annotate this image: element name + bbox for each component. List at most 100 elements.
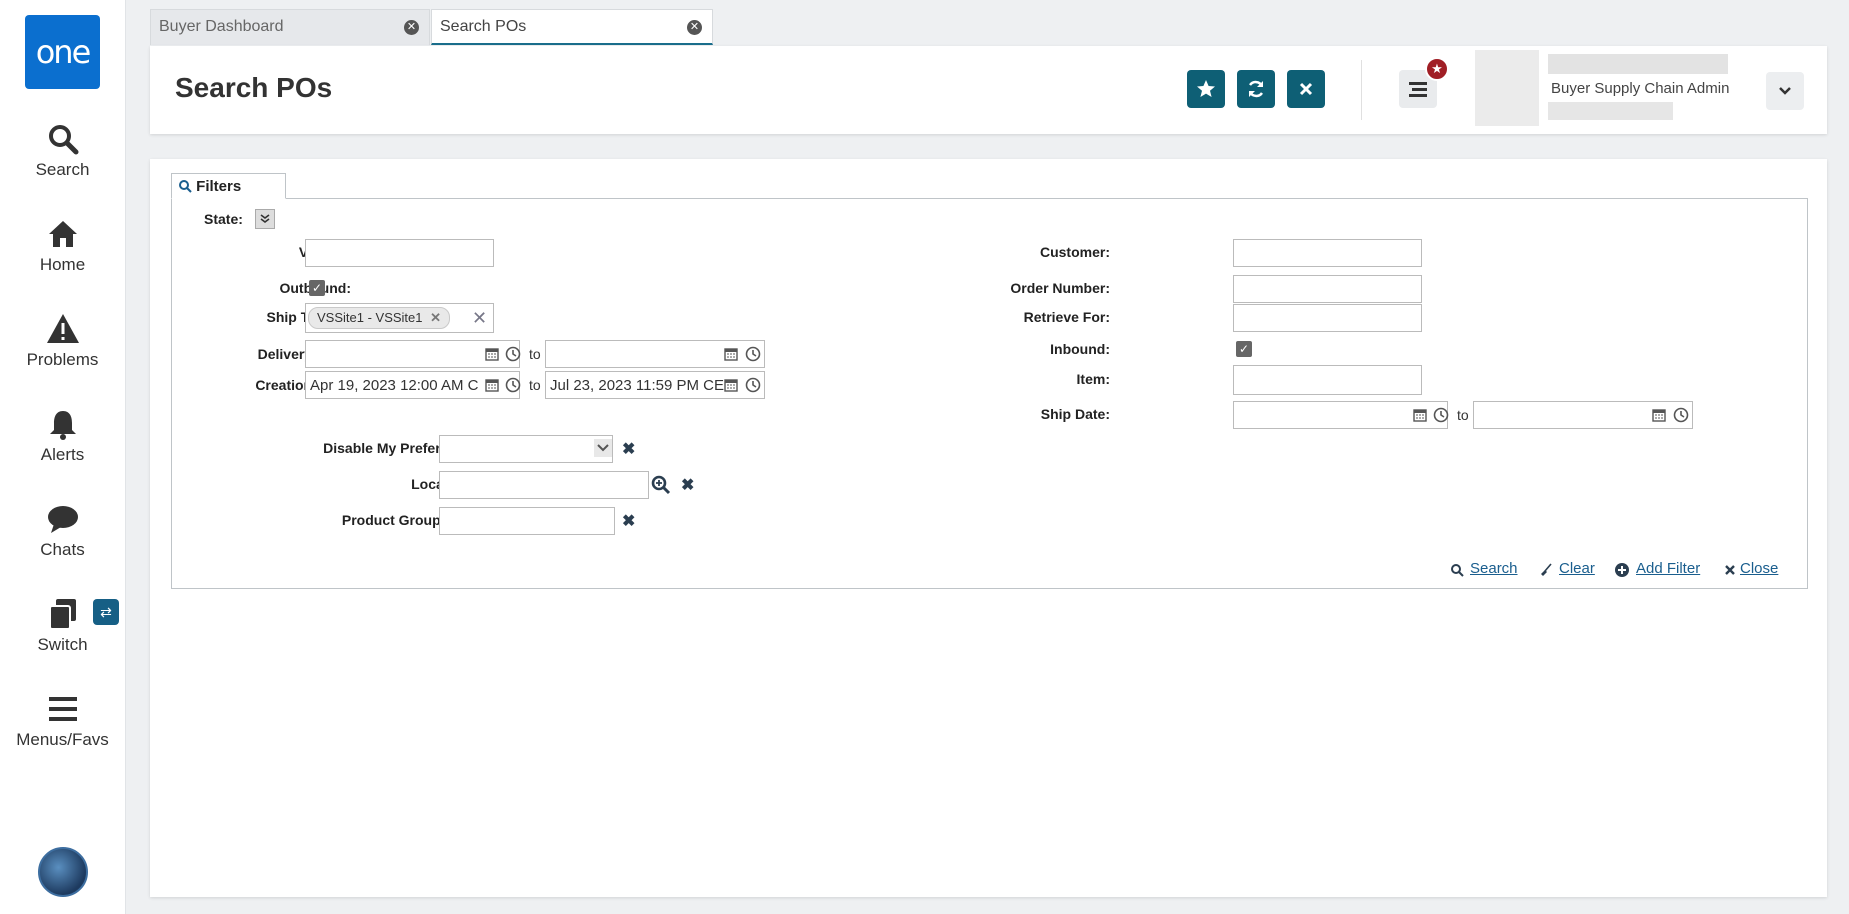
- clear-local-item-icon[interactable]: ✖: [681, 475, 694, 495]
- to-label: to: [1457, 407, 1469, 423]
- switch-icon: [48, 599, 76, 630]
- chat-icon: [47, 506, 78, 533]
- sidebar-item-label: Alerts: [40, 445, 85, 464]
- hamburger-icon: [48, 697, 77, 721]
- search-icon: [48, 125, 78, 155]
- disable-preferences-select[interactable]: [439, 435, 613, 463]
- main-panel: Filters State: Vendor: Outbound: ✓ Ship …: [150, 159, 1827, 897]
- chevron-down-icon: [1779, 87, 1791, 95]
- inbound-checkbox[interactable]: ✓: [1236, 341, 1252, 357]
- add-filter-link[interactable]: Add Filter: [1636, 560, 1700, 577]
- clear-link[interactable]: Clear: [1559, 560, 1595, 577]
- customer-input[interactable]: [1233, 239, 1422, 267]
- search-icon: [179, 180, 192, 193]
- user-avatar[interactable]: [38, 847, 88, 897]
- calendar-icon[interactable]: [1650, 406, 1668, 424]
- notification-star-icon[interactable]: ★: [1425, 57, 1449, 81]
- user-name: Buyer Supply Chain Admin: [1551, 80, 1730, 97]
- close-icon: [1723, 563, 1737, 577]
- to-label: to: [529, 346, 541, 362]
- broom-icon: [1538, 562, 1554, 578]
- sidebar: one Search Home Problems Alerts Chats Sw…: [0, 0, 126, 914]
- page-header: Search POs ★ Buyer Supply Chain Admin: [150, 46, 1827, 134]
- ship-to-site-chip: VSSite1 - VSSite1 ✕: [308, 307, 451, 329]
- sidebar-item-label: Home: [39, 255, 86, 274]
- sidebar-item-search[interactable]: Search: [0, 122, 125, 180]
- sidebar-item-menus-favs[interactable]: Menus/Favs: [0, 692, 125, 750]
- close-page-button[interactable]: [1287, 70, 1325, 108]
- vendor-input[interactable]: [305, 239, 494, 267]
- page-title: Search POs: [175, 72, 333, 103]
- clock-icon[interactable]: [504, 345, 522, 363]
- chip-label: VSSite1 - VSSite1: [317, 310, 423, 325]
- retrieve-for-input[interactable]: [1233, 304, 1422, 332]
- user-menu-dropdown[interactable]: [1766, 72, 1804, 110]
- tab-label: Search POs: [440, 18, 527, 35]
- retrieve-for-label: Retrieve For:: [1023, 309, 1110, 325]
- user-info-redacted: [1548, 54, 1728, 74]
- sidebar-item-label: Menus/Favs: [16, 730, 109, 749]
- app-logo[interactable]: one: [25, 15, 100, 89]
- sidebar-item-chats[interactable]: Chats: [0, 502, 125, 560]
- state-expand-icon[interactable]: [255, 209, 275, 229]
- state-label: State:: [204, 211, 243, 227]
- sidebar-item-problems[interactable]: Problems: [0, 312, 125, 370]
- search-lookup-icon[interactable]: [650, 474, 672, 496]
- search-icon: [1449, 562, 1465, 578]
- calendar-icon[interactable]: [483, 376, 501, 394]
- item-input[interactable]: [1233, 365, 1422, 395]
- refresh-button[interactable]: [1237, 70, 1275, 108]
- close-tab-icon[interactable]: ✕: [687, 20, 702, 35]
- order-number-input[interactable]: [1233, 275, 1422, 303]
- user-photo: [1475, 50, 1539, 126]
- close-icon: [1299, 82, 1313, 96]
- star-icon: [1197, 80, 1215, 97]
- clock-icon[interactable]: [504, 376, 522, 394]
- clock-icon[interactable]: [1672, 406, 1690, 424]
- chevron-down-icon[interactable]: [594, 439, 612, 457]
- switch-arrows-icon[interactable]: ⇄: [93, 599, 119, 625]
- sidebar-item-label: Chats: [40, 540, 85, 559]
- sidebar-item-alerts[interactable]: Alerts: [0, 407, 125, 465]
- calendar-icon[interactable]: [722, 345, 740, 363]
- sidebar-item-label: Problems: [26, 350, 99, 369]
- clear-disable-preferences-icon[interactable]: ✖: [622, 439, 635, 459]
- warning-icon: [46, 314, 79, 343]
- home-icon: [48, 221, 77, 247]
- refresh-icon: [1248, 80, 1264, 98]
- header-divider: [1361, 60, 1362, 120]
- clock-icon[interactable]: [744, 376, 762, 394]
- to-label: to: [529, 377, 541, 393]
- chip-remove-icon[interactable]: ✕: [430, 310, 441, 325]
- outbound-label: Outbound:: [230, 280, 351, 296]
- inbound-label: Inbound:: [1050, 341, 1110, 357]
- item-label: Item:: [1076, 371, 1110, 387]
- sidebar-item-label: Search: [35, 160, 90, 179]
- calendar-icon[interactable]: [722, 376, 740, 394]
- tab-buyer-dashboard[interactable]: Buyer Dashboard ✕: [150, 9, 430, 45]
- plus-circle-icon: [1614, 562, 1630, 578]
- close-link[interactable]: Close: [1740, 560, 1778, 577]
- clock-icon[interactable]: [1432, 406, 1450, 424]
- filters-tab[interactable]: Filters: [171, 173, 286, 199]
- calendar-icon[interactable]: [1411, 406, 1429, 424]
- bell-icon: [49, 411, 76, 440]
- favorite-button[interactable]: [1187, 70, 1225, 108]
- sidebar-item-label: Switch: [37, 635, 88, 654]
- tab-search-pos[interactable]: Search POs ✕: [431, 9, 713, 45]
- outbound-checkbox[interactable]: ✓: [309, 280, 325, 296]
- user-info-redacted: [1548, 102, 1673, 120]
- clear-ship-to-site-icon[interactable]: ✕: [472, 308, 487, 329]
- calendar-icon[interactable]: [483, 345, 501, 363]
- customer-label: Customer:: [1039, 244, 1110, 260]
- clear-product-group-level-icon[interactable]: ✖: [622, 511, 635, 531]
- hamburger-icon: [1409, 82, 1427, 97]
- ship-date-label: Ship Date:: [1040, 406, 1110, 422]
- close-tab-icon[interactable]: ✕: [404, 20, 419, 35]
- product-group-level-input[interactable]: [439, 507, 615, 535]
- tab-label: Buyer Dashboard: [159, 18, 284, 35]
- clock-icon[interactable]: [744, 345, 762, 363]
- sidebar-item-home[interactable]: Home: [0, 217, 125, 275]
- local-item-input[interactable]: [439, 471, 649, 499]
- search-link[interactable]: Search: [1470, 560, 1518, 577]
